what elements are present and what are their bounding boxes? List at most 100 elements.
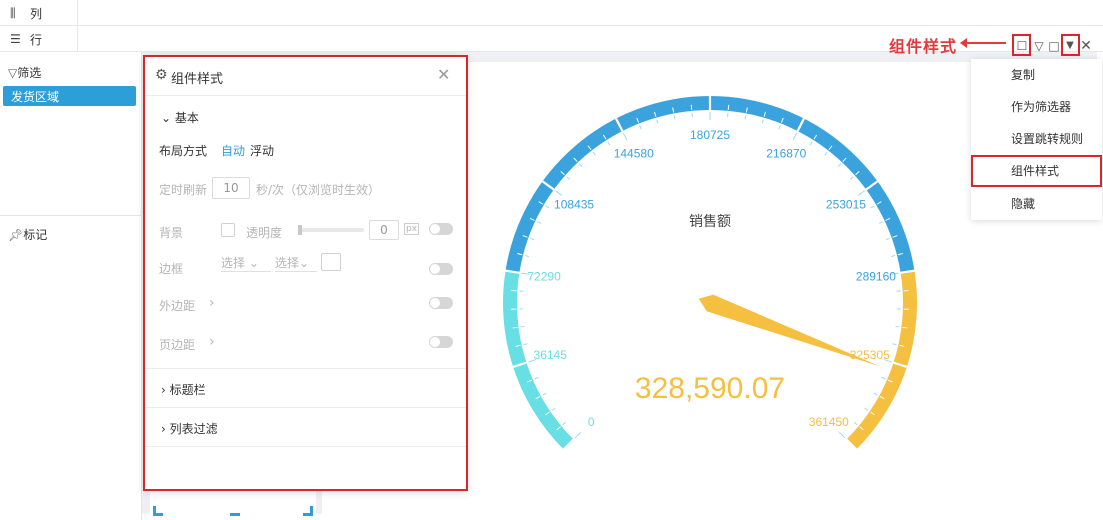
menu-item-jump-rules[interactable]: 设置跳转规则	[971, 123, 1102, 155]
gauge-inner-tick	[778, 125, 781, 130]
section-list-filter[interactable]: › 列表过滤	[161, 420, 218, 437]
gauge-inner-tick	[744, 115, 747, 120]
mark-label: 标记	[23, 228, 48, 242]
section-list-filter-label: 列表过滤	[169, 422, 218, 436]
section-title-bar-label: 标题栏	[169, 383, 206, 397]
pin-icon: 📌︎	[8, 228, 24, 242]
layout-float-option[interactable]: 浮动	[250, 142, 274, 159]
widget-menu: 复制 作为筛选器 设置跳转规则 组件样式 隐藏	[971, 59, 1102, 220]
gauge-inner-tick	[881, 376, 886, 380]
gauge-inner-tick	[551, 407, 556, 411]
layout-auto-option[interactable]: 自动	[221, 142, 245, 159]
gauge-tick-label: 253015	[826, 197, 866, 211]
margin-toggle[interactable]	[429, 297, 453, 309]
background-checkbox[interactable]	[221, 223, 235, 237]
gauge-inner-tick	[536, 221, 542, 224]
section-title-bar[interactable]: › 标题栏	[161, 381, 206, 398]
gauge-inner-tick	[523, 343, 528, 346]
gauge-tick-label: 0	[588, 415, 595, 429]
filter-icon[interactable]: ▽	[1032, 38, 1046, 54]
border-color-picker[interactable]	[321, 253, 341, 271]
gauge-pointer	[698, 294, 880, 367]
gauge-inner-tick	[524, 255, 529, 257]
menu-item-hide[interactable]: 隐藏	[971, 188, 1102, 220]
opacity-input[interactable]: 0	[369, 220, 399, 240]
gauge-tick-label: 180725	[690, 128, 730, 142]
columns-label: 列	[30, 7, 43, 21]
gauge-minor-tick	[902, 326, 908, 329]
gauge-inner-tick	[534, 376, 539, 380]
gauge-inner-tick	[555, 190, 563, 196]
gauge-inner-tick	[885, 237, 890, 241]
divider	[0, 215, 142, 216]
placeholder-widget[interactable]	[150, 490, 316, 518]
gauge-inner-tick	[622, 132, 628, 141]
gauge-inner-tick	[892, 343, 897, 346]
panel-title: 组件样式	[171, 72, 224, 87]
gauge-title: 销售额	[689, 214, 731, 230]
gauge-inner-tick	[761, 119, 764, 124]
gauge-inner-tick	[870, 205, 875, 209]
maximize-icon[interactable]: □	[1047, 38, 1061, 54]
columns-icon: ⫼	[10, 6, 16, 20]
filter-chip[interactable]: 发货区域	[3, 86, 136, 106]
gauge-tick-label: 36145	[534, 348, 568, 362]
chevron-down-icon: ⌄	[161, 111, 172, 125]
gauge-inner-tick	[592, 151, 596, 156]
gauge-inner-tick	[895, 325, 900, 328]
gauge-inner-tick	[639, 125, 642, 130]
divider	[145, 446, 466, 447]
close-icon[interactable]: ✕	[1079, 38, 1093, 54]
border-toggle[interactable]	[429, 263, 453, 275]
annotation-label: 组件样式	[889, 37, 958, 56]
gauge-inner-tick	[578, 163, 583, 168]
gauge-band-mid	[505, 95, 915, 273]
layout-label: 布局方式	[159, 144, 208, 158]
gauge-tick-label: 216870	[766, 146, 806, 160]
gauge-inner-tick	[891, 255, 896, 257]
gauge-tick-label: 72290	[527, 270, 561, 284]
gauge-inner-tick	[878, 221, 884, 224]
chevron-right-icon[interactable]: ›	[209, 334, 215, 350]
section-basic-label: 基本	[174, 111, 199, 125]
filter-icon: ▽	[8, 66, 18, 80]
chevron-down-icon: ⌄	[248, 256, 259, 270]
margin-label: 外边距	[159, 299, 196, 313]
border-style-select[interactable]: 选择 ⌄	[221, 254, 271, 272]
divider	[145, 368, 466, 369]
gauge-tick-label: 108435	[554, 197, 594, 211]
filter-section: ▽筛选	[8, 64, 41, 81]
gauge-value: 328,590.07	[635, 372, 785, 405]
chevron-right-icon[interactable]: ›	[209, 295, 215, 311]
gauge-inner-tick	[837, 163, 842, 168]
gauge-inner-tick	[530, 237, 535, 241]
background-label: 背景	[159, 226, 184, 240]
mark-section: 📌︎标记	[8, 226, 47, 243]
gauge-inner-tick	[562, 421, 567, 426]
refresh-unit: 秒/次（仅浏览时生效）	[256, 183, 381, 197]
chevron-down-icon: ⌄	[299, 256, 310, 270]
gauge-inner-tick	[542, 392, 547, 396]
opacity-slider[interactable]	[298, 225, 364, 235]
highlight-box	[1061, 34, 1080, 56]
gauge-tick-label: 325305	[850, 348, 890, 362]
divider	[77, 0, 78, 26]
border-width-select[interactable]: 选择⌄	[275, 254, 317, 272]
opacity-label: 透明度	[246, 226, 283, 240]
opacity-unit: px	[404, 223, 420, 235]
background-toggle[interactable]	[429, 223, 453, 235]
gauge-inner-tick	[873, 392, 878, 396]
menu-item-copy[interactable]: 复制	[971, 59, 1102, 91]
close-icon[interactable]: ✕	[437, 65, 450, 84]
gauge-tick-label: 361450	[809, 415, 849, 429]
border-width-value: 选择	[275, 256, 300, 270]
menu-item-as-filter[interactable]: 作为筛选器	[971, 91, 1102, 123]
refresh-input[interactable]: 10	[212, 177, 250, 199]
columns-bar[interactable]: ⫼ 列	[0, 0, 1103, 26]
padding-toggle[interactable]	[429, 336, 453, 348]
rows-label: 行	[30, 33, 43, 47]
section-basic[interactable]: ⌄ 基本	[161, 109, 199, 126]
border-style-value: 选择	[221, 256, 246, 270]
menu-item-widget-style[interactable]: 组件样式	[971, 155, 1102, 187]
gauge-inner-tick	[809, 141, 813, 146]
